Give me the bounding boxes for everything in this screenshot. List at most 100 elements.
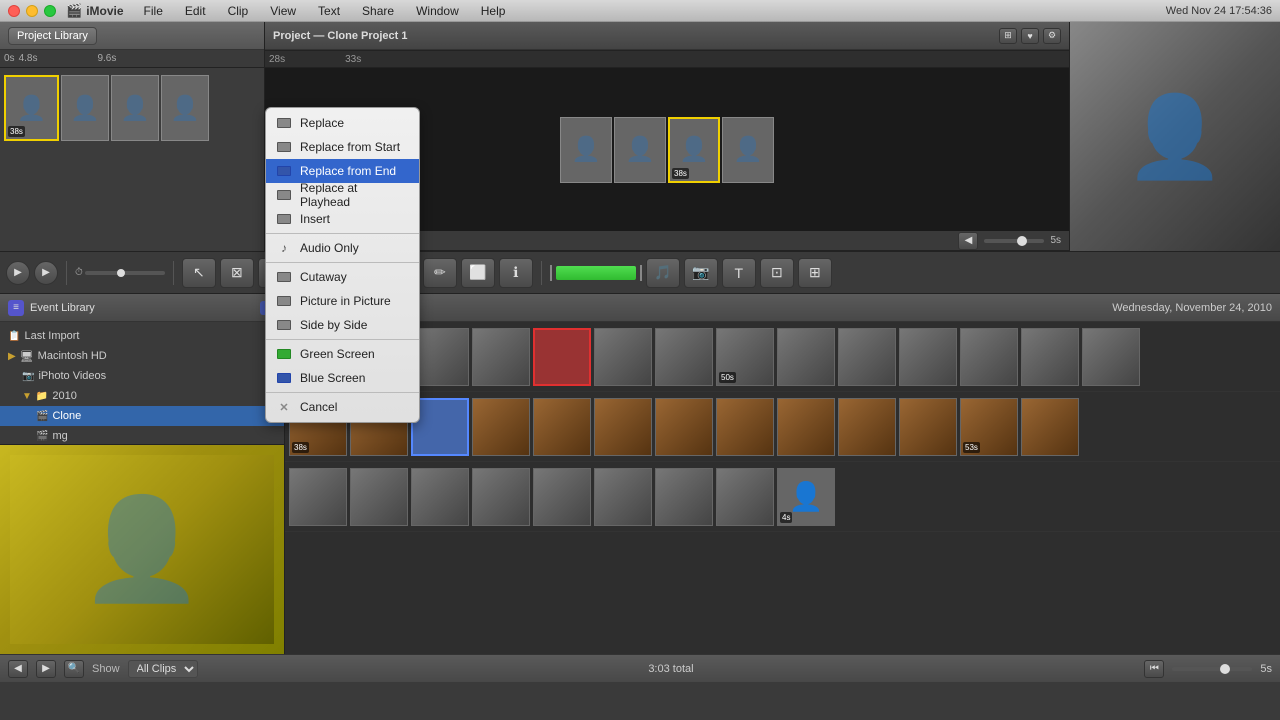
speed-slider-track[interactable] bbox=[85, 271, 165, 275]
zoom-out-btn[interactable]: ◀ bbox=[958, 232, 978, 250]
project-clips-row[interactable]: 👤 38s 👤 👤 👤 bbox=[0, 68, 264, 148]
proj-icon-1[interactable]: ⊞ bbox=[999, 28, 1017, 44]
tree-last-import[interactable]: 📋 Last Import bbox=[0, 326, 284, 346]
ev-thumb-2-5[interactable] bbox=[594, 468, 652, 526]
events-timeline[interactable]: 37s bbox=[285, 322, 1280, 654]
viewer-clip-2[interactable]: 👤 38s bbox=[668, 117, 720, 183]
trim-tool[interactable]: ⊠ bbox=[220, 258, 254, 288]
menu-pip[interactable]: Picture in Picture bbox=[266, 289, 419, 313]
menu-insert[interactable]: Insert bbox=[266, 207, 419, 231]
proj-clip-1[interactable]: 👤 bbox=[61, 75, 109, 141]
menu-cancel[interactable]: ✕ Cancel bbox=[266, 395, 419, 419]
ev-thumb-1-4[interactable] bbox=[533, 398, 591, 456]
transition-btn[interactable]: ⊡ bbox=[760, 258, 794, 288]
project-header-icons[interactable]: ⊞ ♥ ⚙ bbox=[999, 28, 1061, 44]
event-row-0[interactable]: 37s bbox=[285, 322, 1280, 392]
ev-thumb-2-2[interactable] bbox=[411, 468, 469, 526]
ev-thumb-0-10[interactable] bbox=[899, 328, 957, 386]
menu-audio-only[interactable]: ♪ Audio Only bbox=[266, 236, 419, 260]
tree-clone[interactable]: 🎬 Clone bbox=[0, 406, 284, 426]
proj-clip-0[interactable]: 👤 38s bbox=[4, 75, 59, 141]
ev-thumb-0-11[interactable] bbox=[960, 328, 1018, 386]
speed-slider-container[interactable] bbox=[1172, 667, 1252, 671]
project-library-button[interactable]: Project Library bbox=[8, 27, 97, 45]
event-row-2[interactable]: 👤 4s bbox=[285, 462, 1280, 532]
ev-thumb-1-6[interactable] bbox=[655, 398, 713, 456]
ev-thumb-2-8[interactable]: 👤 4s bbox=[777, 468, 835, 526]
menu-edit[interactable]: Edit bbox=[181, 2, 210, 20]
crop-tool[interactable]: ⬜ bbox=[461, 258, 495, 288]
select-tool[interactable]: ↖ bbox=[182, 258, 216, 288]
menu-cutaway[interactable]: Cutaway bbox=[266, 265, 419, 289]
bottom-play-btn[interactable]: ▶ bbox=[36, 660, 56, 678]
menu-share[interactable]: Share bbox=[358, 2, 398, 20]
ev-thumb-1-5[interactable] bbox=[594, 398, 652, 456]
ev-thumb-1-8[interactable] bbox=[777, 398, 835, 456]
speed-slider-thumb[interactable] bbox=[117, 269, 125, 277]
tree-mg[interactable]: 🎬 mg bbox=[0, 426, 284, 444]
ev-thumb-2-7[interactable] bbox=[716, 468, 774, 526]
menu-bluescreen[interactable]: Blue Screen bbox=[266, 366, 419, 390]
info-tool[interactable]: ℹ bbox=[499, 258, 533, 288]
ev-thumb-1-10[interactable] bbox=[899, 398, 957, 456]
ev-thumb-1-9[interactable] bbox=[838, 398, 896, 456]
proj-icon-2[interactable]: ♥ bbox=[1021, 28, 1039, 44]
ev-thumb-2-0[interactable] bbox=[289, 468, 347, 526]
play-button-2[interactable]: ▶ bbox=[34, 261, 58, 285]
ev-thumb-2-1[interactable] bbox=[350, 468, 408, 526]
menu-greenscreen[interactable]: Green Screen bbox=[266, 342, 419, 366]
menu-replace-playhead[interactable]: Replace at Playhead bbox=[266, 183, 419, 207]
menu-text[interactable]: Text bbox=[314, 2, 344, 20]
ev-thumb-2-3[interactable] bbox=[472, 468, 530, 526]
zoom-slider[interactable] bbox=[984, 239, 1044, 243]
ev-thumb-1-12[interactable] bbox=[1021, 398, 1079, 456]
proj-clip-2[interactable]: 👤 bbox=[111, 75, 159, 141]
ev-thumb-2-4[interactable] bbox=[533, 468, 591, 526]
show-select[interactable]: All Clips bbox=[128, 660, 198, 678]
menu-bar[interactable]: File Edit Clip View Text Share Window He… bbox=[140, 2, 510, 20]
ev-thumb-0-12[interactable] bbox=[1021, 328, 1079, 386]
menu-window[interactable]: Window bbox=[412, 2, 463, 20]
ev-thumb-0-8[interactable] bbox=[777, 328, 835, 386]
ev-thumb-0-9[interactable] bbox=[838, 328, 896, 386]
viewer-clip-0[interactable]: 👤 bbox=[560, 117, 612, 183]
map-btn[interactable]: ⊞ bbox=[798, 258, 832, 288]
menu-replace[interactable]: Replace bbox=[266, 111, 419, 135]
event-row-1[interactable]: 38s bbox=[285, 392, 1280, 462]
menu-help[interactable]: Help bbox=[477, 2, 510, 20]
menu-replace-end[interactable]: Replace from End bbox=[266, 159, 419, 183]
ev-thumb-0-5[interactable] bbox=[594, 328, 652, 386]
text-btn[interactable]: T bbox=[722, 258, 756, 288]
audio-btn-1[interactable]: 🎵 bbox=[646, 258, 680, 288]
play-button-1[interactable]: ▶ bbox=[6, 261, 30, 285]
menu-file[interactable]: File bbox=[140, 2, 167, 20]
tree-macintosh-hd[interactable]: ▶ 🖥 Macintosh HD bbox=[0, 346, 284, 366]
ev-thumb-1-3[interactable] bbox=[472, 398, 530, 456]
bottom-zoom-btn[interactable]: 🔍 bbox=[64, 660, 84, 678]
minimize-button[interactable] bbox=[26, 5, 38, 17]
maximize-button[interactable] bbox=[44, 5, 56, 17]
skip-back-btn[interactable]: ⏮ bbox=[1144, 660, 1164, 678]
bottom-prev-btn[interactable]: ◀ bbox=[8, 660, 28, 678]
speed-thumb[interactable] bbox=[1220, 664, 1230, 674]
event-tree[interactable]: 📋 Last Import ▶ 🖥 Macintosh HD 📷 iPhoto … bbox=[0, 322, 284, 444]
audio-btn-2[interactable]: 📷 bbox=[684, 258, 718, 288]
ev-thumb-0-3[interactable] bbox=[472, 328, 530, 386]
ev-thumb-1-7[interactable] bbox=[716, 398, 774, 456]
proj-clip-3[interactable]: 👤 bbox=[161, 75, 209, 141]
viewer-clip-3[interactable]: 👤 bbox=[722, 117, 774, 183]
dropdown-menu[interactable]: Replace Replace from Start Replace from … bbox=[265, 107, 420, 423]
ev-thumb-2-6[interactable] bbox=[655, 468, 713, 526]
menu-view[interactable]: View bbox=[266, 2, 300, 20]
proj-icon-3[interactable]: ⚙ bbox=[1043, 28, 1061, 44]
tree-iphoto-videos[interactable]: 📷 iPhoto Videos bbox=[0, 366, 284, 386]
zoom-thumb[interactable] bbox=[1017, 236, 1027, 246]
tree-2010[interactable]: ▼ 📁 2010 bbox=[0, 386, 284, 406]
inspector-tool[interactable]: ✏ bbox=[423, 258, 457, 288]
viewer-clip-1[interactable]: 👤 bbox=[614, 117, 666, 183]
ev-thumb-1-11[interactable]: 53s bbox=[960, 398, 1018, 456]
close-button[interactable] bbox=[8, 5, 20, 17]
ev-thumb-0-6[interactable] bbox=[655, 328, 713, 386]
menu-clip[interactable]: Clip bbox=[224, 2, 253, 20]
window-controls[interactable] bbox=[8, 5, 56, 17]
